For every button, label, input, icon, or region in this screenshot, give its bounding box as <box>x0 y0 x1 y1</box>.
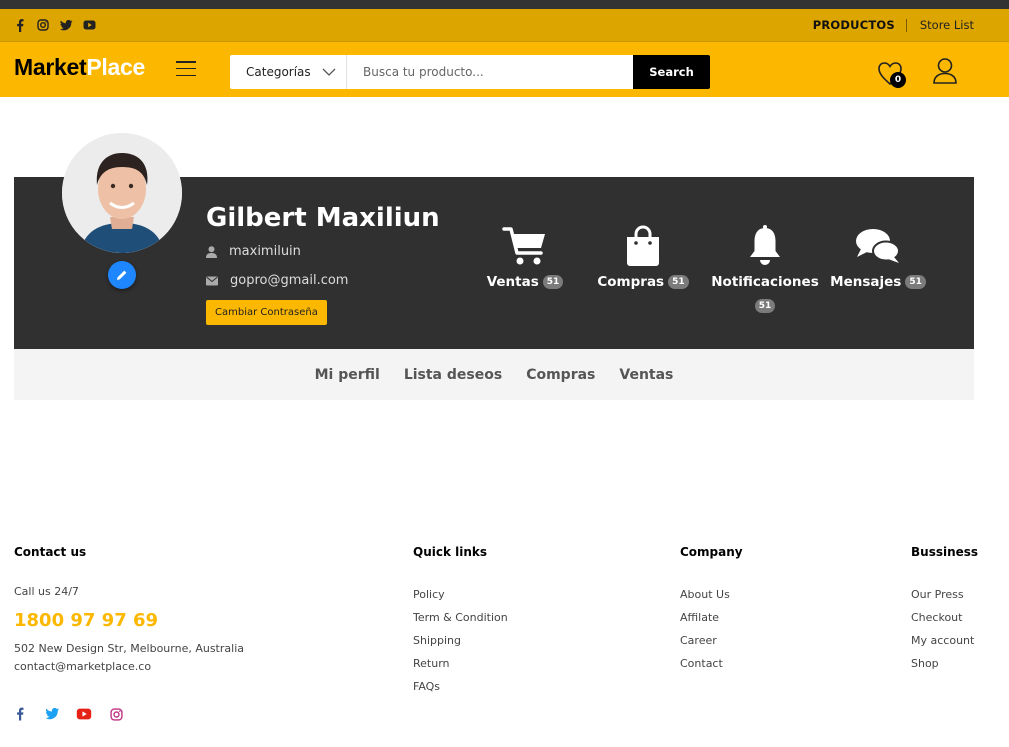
logo-text-main: Market <box>14 54 87 80</box>
profile-email-row: gopro@gmail.com <box>206 273 348 288</box>
stat-notificaciones[interactable]: Notificaciones 51 <box>700 225 830 313</box>
footer-link-press[interactable]: Our Press <box>911 588 964 601</box>
footer-link-contact[interactable]: Contact <box>680 657 723 670</box>
facebook-icon[interactable] <box>12 706 28 722</box>
youtube-icon[interactable] <box>76 706 92 722</box>
stat-compras[interactable]: Compras 51 <box>583 225 703 290</box>
user-account-icon[interactable] <box>932 57 958 85</box>
footer-business-title: Bussiness <box>911 545 979 559</box>
profile-email: gopro@gmail.com <box>230 273 349 288</box>
youtube-icon[interactable] <box>82 18 96 32</box>
tab-compras[interactable]: Compras <box>526 367 595 383</box>
search-bar: Categorías Search <box>230 55 710 89</box>
top-links: PRODUCTOS Store List <box>813 18 974 32</box>
stat-ventas-label: Ventas <box>486 274 539 290</box>
footer-link-career[interactable]: Career <box>680 634 717 647</box>
profile-username: maximiluin <box>229 244 301 259</box>
main-header: MarketPlace Categorías Search 0 <box>0 42 1009 97</box>
profile-name: Gilbert Maxiliun <box>206 203 440 233</box>
user-icon <box>206 245 217 258</box>
profile-tabs: Mi perfil Lista deseos Compras Ventas <box>14 349 974 400</box>
menu-icon[interactable] <box>176 61 196 76</box>
stat-mensajes-label: Mensajes <box>830 274 902 290</box>
profile-username-row: maximiluin <box>206 244 301 259</box>
footer-link-affiliate[interactable]: Affilate <box>680 611 719 624</box>
footer-link-return[interactable]: Return <box>413 657 450 670</box>
footer-link-faqs[interactable]: FAQs <box>413 680 440 693</box>
footer-link-terms[interactable]: Term & Condition <box>413 611 508 624</box>
search-button[interactable]: Search <box>633 55 710 89</box>
top-social-links <box>13 18 96 32</box>
top-strip <box>0 0 1009 9</box>
stat-mensajes[interactable]: Mensajes 51 <box>818 225 938 290</box>
stat-mensajes-count: 51 <box>905 275 926 289</box>
footer-link-my-account[interactable]: My account <box>911 634 974 647</box>
logo-text-accent: Place <box>86 54 145 80</box>
stat-compras-label: Compras <box>597 274 665 290</box>
instagram-icon[interactable] <box>36 18 50 32</box>
footer-address: 502 New Design Str, Melbourne, Australia <box>14 642 244 655</box>
footer-call-label: Call us 24/7 <box>14 585 79 598</box>
tab-ventas[interactable]: Ventas <box>619 367 673 383</box>
instagram-icon[interactable] <box>108 706 124 722</box>
edit-avatar-button[interactable] <box>108 261 136 289</box>
facebook-icon[interactable] <box>13 18 27 32</box>
stat-notificaciones-count: 51 <box>754 299 776 313</box>
search-input[interactable] <box>347 55 633 89</box>
wishlist-count-badge: 0 <box>890 72 906 88</box>
footer-link-about[interactable]: About Us <box>680 588 730 601</box>
top-bar: PRODUCTOS Store List <box>0 9 1009 42</box>
envelope-icon <box>206 276 218 285</box>
change-password-button[interactable]: Cambiar Contraseña <box>206 300 327 325</box>
profile-avatar <box>62 133 182 253</box>
stat-compras-count: 51 <box>668 275 689 289</box>
footer-link-shipping[interactable]: Shipping <box>413 634 461 647</box>
footer-phone: 1800 97 97 69 <box>14 610 159 631</box>
category-select[interactable]: Categorías <box>230 55 347 89</box>
site-logo[interactable]: MarketPlace <box>14 54 145 81</box>
pencil-icon <box>117 270 127 280</box>
chat-icon <box>856 229 900 263</box>
stat-notificaciones-label: Notificaciones <box>711 274 819 290</box>
footer-email[interactable]: contact@marketplace.co <box>14 660 151 673</box>
top-links-divider <box>905 18 907 32</box>
footer-link-checkout[interactable]: Checkout <box>911 611 962 624</box>
chevron-down-icon <box>322 68 336 76</box>
twitter-icon[interactable] <box>59 18 73 32</box>
tab-lista-deseos[interactable]: Lista deseos <box>404 367 502 383</box>
shopping-bag-icon <box>627 225 659 266</box>
footer-company-title: Company <box>680 545 743 559</box>
footer-contact-title: Contact us <box>14 545 87 559</box>
store-list-link[interactable]: Store List <box>920 18 974 32</box>
footer-quick-links-title: Quick links <box>413 545 488 559</box>
footer-link-shop[interactable]: Shop <box>911 657 939 670</box>
footer-link-policy[interactable]: Policy <box>413 588 445 601</box>
productos-link[interactable]: PRODUCTOS <box>813 18 895 32</box>
bell-icon <box>750 225 780 265</box>
tab-mi-perfil[interactable]: Mi perfil <box>315 367 380 383</box>
category-label: Categorías <box>246 65 311 79</box>
stat-ventas[interactable]: Ventas 51 <box>465 225 585 290</box>
footer-social-links <box>12 706 124 722</box>
stat-ventas-count: 51 <box>542 275 564 289</box>
cart-icon <box>502 227 545 265</box>
twitter-icon[interactable] <box>44 706 60 722</box>
